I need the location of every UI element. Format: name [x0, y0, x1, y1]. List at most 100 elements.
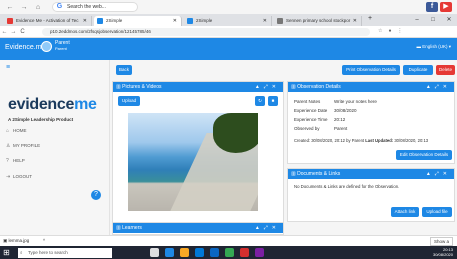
attach-link-button[interactable]: Attach link: [391, 207, 419, 217]
chrome-icon[interactable]: [225, 248, 234, 257]
user-role: Parent: [55, 46, 67, 51]
gmail-icon: [7, 18, 13, 24]
file-explorer-icon[interactable]: [180, 248, 189, 257]
last-updated-value: 30/08/2020, 20:13: [394, 138, 429, 143]
observation-photo[interactable]: [128, 113, 258, 211]
home-icon[interactable]: ⌂: [34, 4, 42, 11]
facebook-icon[interactable]: f: [426, 2, 438, 12]
system-tray[interactable]: 20:13 30/08/2020: [432, 247, 453, 257]
upload-file-button[interactable]: Upload file: [422, 207, 452, 217]
app-icon[interactable]: [240, 248, 249, 257]
tab-2simple-active[interactable]: 2Simple ✕: [94, 16, 182, 26]
evidence-me-logo: evidenceme: [8, 96, 97, 114]
store-icon[interactable]: [195, 248, 204, 257]
avatar[interactable]: [41, 41, 52, 52]
panel-title: Pictures & Videos: [122, 84, 162, 90]
print-button[interactable]: Print Observation Details: [342, 65, 400, 75]
download-item[interactable]: ▣ lemma.jpg ^: [3, 236, 45, 245]
panel-controls[interactable]: ▲⤢✕: [255, 223, 280, 233]
obs-row-experience-date: Experience Date 30/08/2020: [294, 108, 357, 113]
tab-label: Sennen primary school stockpor: [286, 18, 351, 23]
photo-tree: [213, 113, 258, 153]
language-label: English (UK): [422, 44, 448, 49]
sidebar-item-logout[interactable]: ⇥ LOGOUT: [6, 174, 32, 180]
upload-button[interactable]: Upload: [118, 96, 140, 106]
nav-back-icon[interactable]: ←: [6, 4, 14, 11]
panel-title: Observation Details: [297, 84, 341, 90]
panel-title: Documents & Links: [297, 171, 341, 177]
documents-empty-text: No Documents & Links are defined for the…: [294, 184, 400, 189]
url-input[interactable]: p10.2eddmos.com/2fsqsjobservation/121457…: [42, 28, 370, 36]
app-icon[interactable]: [255, 248, 264, 257]
learners-panel: ▥ Learners ▲⤢✕: [112, 222, 284, 235]
panel-title: Learners: [122, 225, 142, 231]
google-search-text: Search the web...: [67, 4, 106, 10]
nav-forward-icon[interactable]: →: [20, 4, 28, 11]
sidebar-item-help[interactable]: ? HELP: [6, 158, 25, 164]
search-icon: ⌕: [20, 250, 23, 255]
brand-title[interactable]: Evidence.me: [5, 44, 45, 51]
observation-details-panel: ▥ Observation Details ▲⤢✕ Parent Notes Wr…: [287, 81, 455, 164]
sidebar-item-label: MY PROFILE: [13, 143, 41, 148]
mail-icon[interactable]: [210, 248, 219, 257]
close-tab-icon[interactable]: ✕: [83, 16, 87, 26]
google-search-box[interactable]: G Search the web...: [52, 2, 138, 12]
2simple-icon: [97, 18, 103, 24]
sidebar-item-label: LOGOUT: [13, 174, 33, 179]
hamburger-menu-icon[interactable]: ≡: [6, 64, 10, 71]
sidebar-item-home[interactable]: ⌂ HOME: [6, 128, 27, 134]
sidebar-item-my-profile[interactable]: ♙ MY PROFILE: [6, 143, 40, 149]
reload-icon[interactable]: C: [18, 29, 27, 35]
tab-2simple[interactable]: 2Simple ✕: [184, 16, 272, 26]
pictures-videos-panel: ▥ Pictures & Videos ▲⤢✕ Upload ↻ ■: [112, 81, 284, 235]
obs-value[interactable]: Write your notes here: [334, 99, 377, 104]
close-tab-icon[interactable]: ✕: [173, 16, 177, 26]
obs-row-experience-time: Experience Time 20:12: [294, 117, 345, 122]
language-selector[interactable]: ▬ English (UK) ▾: [416, 44, 451, 50]
home-icon: ⌂: [6, 128, 10, 134]
edit-observation-button[interactable]: Edit Observation Details: [396, 150, 452, 160]
refresh-icon[interactable]: ↻: [255, 96, 265, 106]
back-icon[interactable]: ←: [0, 29, 9, 35]
close-window-icon[interactable]: ✕: [441, 14, 457, 26]
extension-icons[interactable]: ☆●⋮: [378, 28, 409, 34]
sidebar-item-label: HELP: [13, 158, 25, 163]
tab-sennen-school[interactable]: Sennen primary school stockpor ✕: [274, 16, 362, 26]
google-logo-icon: G: [55, 3, 64, 11]
maximize-icon[interactable]: □: [425, 14, 441, 26]
panel-header: ▥ Pictures & Videos ▲⤢✕: [113, 82, 283, 92]
delete-button[interactable]: Delete: [436, 65, 455, 75]
clock-date: 30/08/2020: [432, 251, 453, 257]
panel-controls[interactable]: ▲⤢✕: [426, 169, 451, 179]
obs-key: Parent Notes: [294, 99, 321, 104]
panel-controls[interactable]: ▲⤢✕: [426, 82, 451, 92]
obs-value: 20:12: [334, 117, 346, 122]
user-info[interactable]: Parent Parent: [55, 41, 70, 52]
download-filename: lemma.jpg: [8, 238, 30, 243]
tab-bar: Evidence Me - Activation of Tec ✕ 2Simpl…: [0, 14, 457, 26]
new-tab-icon[interactable]: +: [368, 15, 372, 22]
duplicate-button[interactable]: Duplicate: [403, 65, 433, 75]
help-fab-button[interactable]: ?: [91, 190, 101, 200]
tab-evidence-me[interactable]: Evidence Me - Activation of Tec ✕: [4, 16, 92, 26]
minimize-icon[interactable]: –: [409, 14, 425, 26]
red-app-icon[interactable]: ▶: [440, 2, 452, 12]
taskbar-search-input[interactable]: ⌕ Type here to search: [18, 248, 112, 258]
created-info: Created: 30/08/2020, 20:12 by Parent Las…: [294, 138, 428, 143]
windows-start-icon[interactable]: ⊞: [3, 248, 10, 257]
tab-label: Evidence Me - Activation of Tec: [16, 18, 79, 23]
forward-icon[interactable]: →: [9, 29, 18, 35]
panel-controls[interactable]: ▲⤢✕: [255, 82, 280, 92]
back-button[interactable]: Back: [116, 65, 132, 75]
window-controls: – □ ✕: [409, 14, 457, 26]
show-all-button[interactable]: Show a: [429, 237, 453, 246]
task-view-icon[interactable]: [150, 248, 159, 257]
obs-row-observed-by: Observed by Parent: [294, 126, 347, 131]
obs-value: 30/08/2020: [334, 108, 357, 113]
tab-label: 2Simple: [196, 18, 213, 23]
logo-text-main: evidence: [8, 96, 75, 113]
close-tab-icon[interactable]: ✕: [353, 16, 357, 26]
edge-icon[interactable]: [165, 248, 174, 257]
close-tab-icon[interactable]: ✕: [263, 16, 267, 26]
trash-icon[interactable]: ■: [268, 96, 278, 106]
